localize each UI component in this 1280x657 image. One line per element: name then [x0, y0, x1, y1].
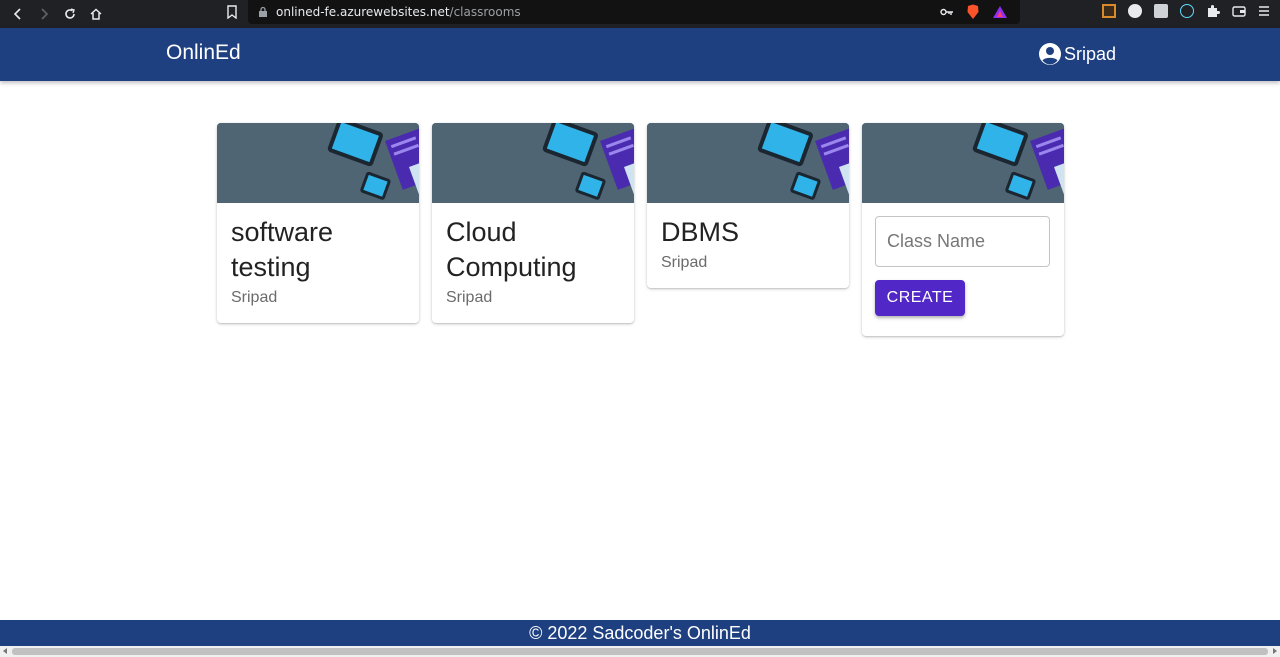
browser-toolbar: onlined-fe.azurewebsites.net/classrooms	[0, 0, 1280, 28]
brand-title[interactable]: OnlinEd	[166, 41, 241, 65]
class-owner: Sripad	[661, 254, 708, 271]
class-owner: Sripad	[231, 289, 278, 306]
forward-icon[interactable]	[32, 2, 56, 26]
horizontal-scrollbar[interactable]	[0, 646, 1280, 657]
scroll-left-icon[interactable]	[3, 648, 7, 654]
extension-icon-2[interactable]	[1128, 4, 1142, 18]
extension-icon-3[interactable]	[1154, 4, 1168, 18]
footer-copyright: © 2022 Sadcoder's OnlinEd	[529, 623, 751, 643]
account-circle-icon	[1039, 43, 1061, 65]
footer: © 2022 Sadcoder's OnlinEd	[0, 620, 1280, 646]
app-bar: OnlinEd Sripad	[0, 28, 1280, 81]
puzzle-icon[interactable]	[1206, 4, 1220, 18]
create-button[interactable]: CREATE	[875, 280, 965, 316]
back-icon[interactable]	[6, 2, 30, 26]
class-card[interactable]: DBMS Sripad	[647, 123, 849, 288]
url-text: onlined-fe.azurewebsites.net/classrooms	[276, 5, 521, 19]
scrollbar-thumb[interactable]	[12, 648, 1268, 655]
brave-shield-icon[interactable]	[966, 4, 980, 20]
lock-icon	[259, 6, 267, 17]
class-banner-image	[217, 123, 419, 203]
brave-rewards-icon[interactable]	[992, 5, 1008, 19]
create-class-card: CREATE	[862, 123, 1064, 336]
class-banner-image	[862, 123, 1064, 203]
class-banner-image	[647, 123, 849, 203]
reload-icon[interactable]	[58, 2, 82, 26]
class-banner-image	[432, 123, 634, 203]
class-card[interactable]: software testing Sripad	[217, 123, 419, 323]
class-owner: Sripad	[446, 289, 493, 306]
class-name[interactable]: Cloud Computing	[446, 215, 620, 285]
class-name[interactable]: DBMS	[661, 215, 835, 250]
class-card[interactable]: Cloud Computing Sripad	[432, 123, 634, 323]
user-menu[interactable]: Sripad	[1038, 42, 1116, 66]
scroll-right-icon[interactable]	[1273, 648, 1277, 654]
home-icon[interactable]	[84, 2, 108, 26]
user-name: Sripad	[1064, 43, 1117, 64]
react-devtools-icon[interactable]	[1180, 4, 1194, 18]
bookmark-icon[interactable]	[222, 2, 242, 22]
address-bar[interactable]: onlined-fe.azurewebsites.net/classrooms	[248, 0, 1020, 24]
key-icon[interactable]	[940, 7, 954, 17]
menu-icon[interactable]	[1258, 4, 1270, 18]
extension-icon-1[interactable]	[1102, 4, 1116, 18]
class-name[interactable]: software testing	[231, 215, 405, 285]
wallet-icon[interactable]	[1232, 4, 1246, 18]
class-name-input[interactable]	[875, 216, 1050, 267]
